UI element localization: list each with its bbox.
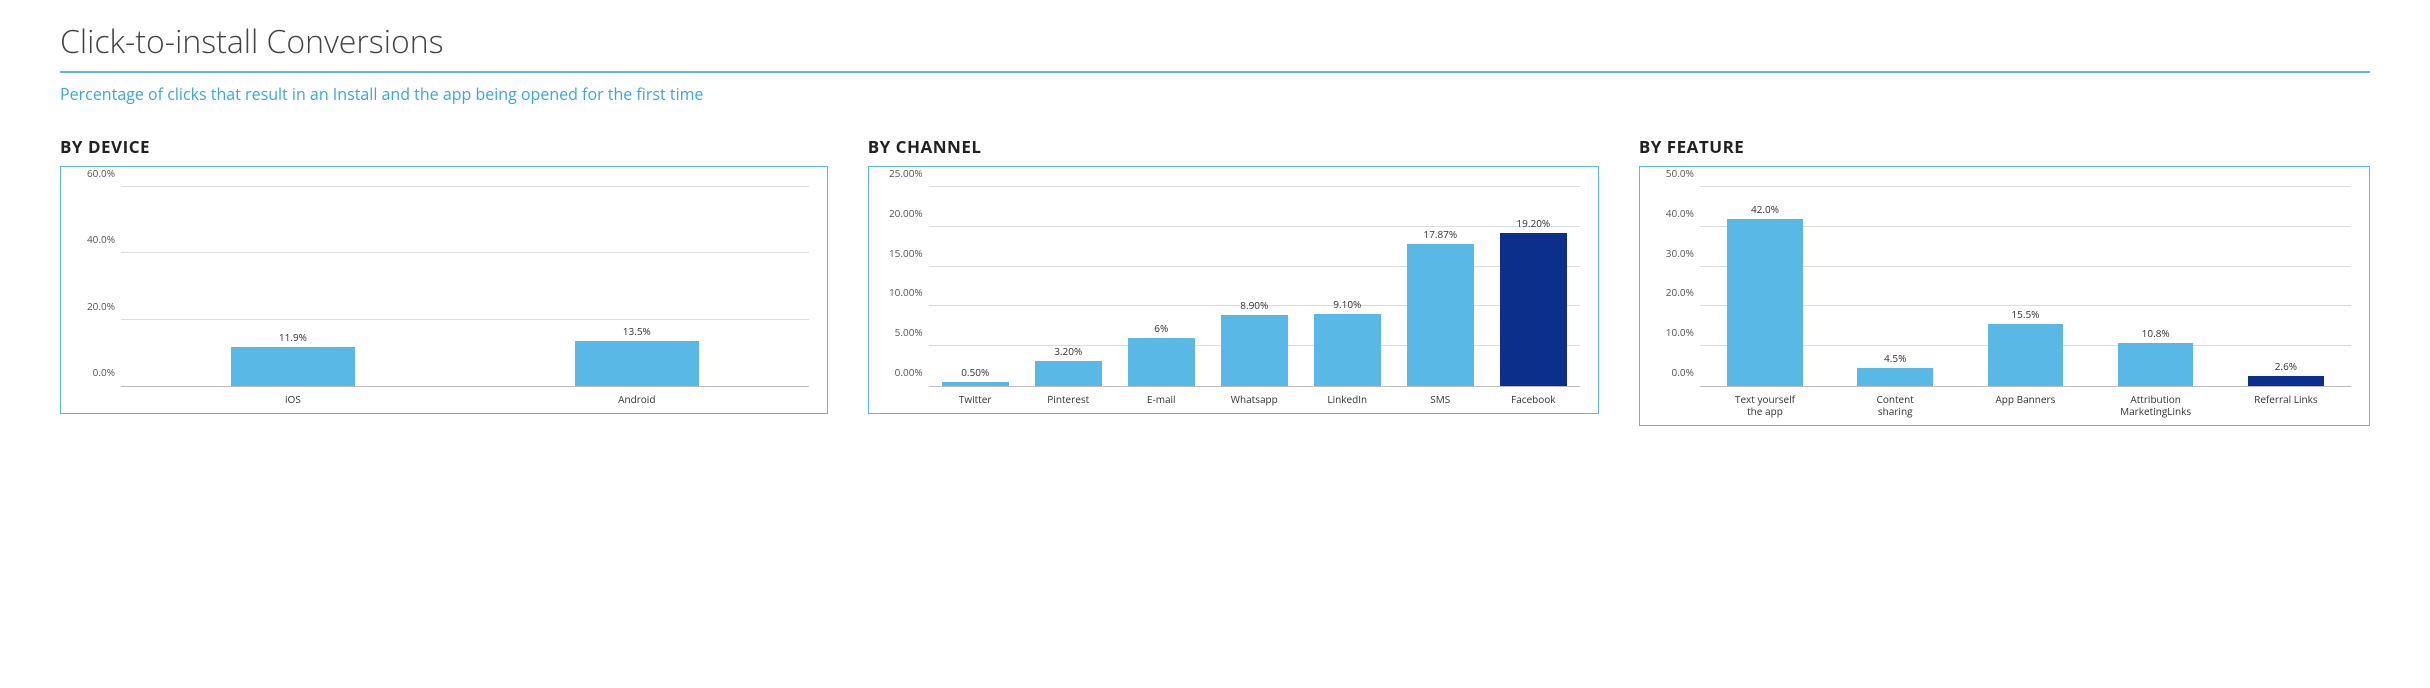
bar bbox=[2248, 376, 2324, 386]
y-tick-label: 5.00% bbox=[879, 325, 923, 339]
bar-slot: 3.20% bbox=[1022, 187, 1115, 386]
bar-value-label: 15.5% bbox=[2011, 307, 2039, 321]
bar bbox=[1988, 324, 2064, 386]
bar-slot: 10.8% bbox=[2091, 187, 2221, 386]
x-tick-label: Android bbox=[465, 393, 809, 405]
chart-by-feature: BY FEATURE 0.0% 10.0% 20.0% 30.0% 40.0% 50.0%… bbox=[1639, 135, 2370, 426]
bar-slot: 15.5% bbox=[1960, 187, 2090, 386]
bars-container: 42.0% 4.5% 15.5% 10.8% 2.6% bbox=[1700, 187, 2351, 386]
bar-slot: 8.90% bbox=[1208, 187, 1301, 386]
bar-slot: 13.5% bbox=[465, 187, 809, 386]
plot-area: 0.00%5.00%10.00%15.00%20.00%25.00%0.50%3… bbox=[929, 187, 1580, 387]
y-tick-label: 15.00% bbox=[879, 246, 923, 260]
y-tick-label: 0.0% bbox=[71, 365, 115, 379]
bar bbox=[1128, 338, 1195, 386]
chart-by-channel: BY CHANNEL 0.00% 5.00% 10.00% 15.00% 20.00% 2… bbox=[868, 135, 1599, 414]
y-tick-label: 10.00% bbox=[879, 285, 923, 299]
chart-title-by-device: BY DEVICE bbox=[60, 135, 828, 158]
chart-box-by-channel: 0.00% 5.00% 10.00% 15.00% 20.00% 25.00% 0.50% 3… bbox=[868, 166, 1599, 414]
y-tick-label: 0.00% bbox=[879, 365, 923, 379]
bar-value-label: 0.50% bbox=[961, 365, 989, 379]
y-tick-label: 60.0% bbox=[71, 166, 115, 180]
bar-slot: 0.50% bbox=[929, 187, 1022, 386]
bar bbox=[1221, 315, 1288, 386]
x-tick-label: iOS bbox=[121, 393, 465, 405]
plot-area: 0.0%20.0%40.0%60.0%11.9%13.5% bbox=[121, 187, 809, 387]
bar bbox=[1035, 361, 1102, 386]
x-tick-label: LinkedIn bbox=[1301, 393, 1394, 405]
y-tick-label: 20.0% bbox=[71, 299, 115, 313]
y-tick-label: 50.0% bbox=[1650, 166, 1694, 180]
bar-value-label: 11.9% bbox=[279, 330, 307, 344]
bar bbox=[2118, 343, 2194, 386]
x-tick-label: Whatsapp bbox=[1208, 393, 1301, 405]
x-tick-label: Referral Links bbox=[2221, 393, 2351, 417]
charts-row: BY DEVICE 0.0% 20.0% 40.0% 60.0% 11.9% 13.5% … bbox=[60, 135, 2370, 426]
bar bbox=[1727, 219, 1803, 386]
bar bbox=[1407, 244, 1474, 386]
x-tick-label: E-mail bbox=[1115, 393, 1208, 405]
page-title: Click-to-install Conversions bbox=[60, 20, 2370, 63]
y-tick-label: 30.0% bbox=[1650, 246, 1694, 260]
bar bbox=[575, 341, 699, 386]
bar bbox=[942, 382, 1009, 386]
x-tick-label: SMS bbox=[1394, 393, 1487, 405]
plot-area: 0.0%10.0%20.0%30.0%40.0%50.0%42.0%4.5%15… bbox=[1700, 187, 2351, 387]
y-tick-label: 10.0% bbox=[1650, 325, 1694, 339]
bar-value-label: 8.90% bbox=[1240, 298, 1268, 312]
bar-value-label: 19.20% bbox=[1516, 216, 1550, 230]
bars-container: 11.9% 13.5% bbox=[121, 187, 809, 386]
x-axis: TwitterPinterestE-mailWhatsappLinkedInSM… bbox=[929, 387, 1580, 405]
chart-box-by-device: 0.0% 20.0% 40.0% 60.0% 11.9% 13.5% iOSAndroid bbox=[60, 166, 828, 414]
x-tick-label: Facebook bbox=[1487, 393, 1580, 405]
chart-box-by-feature: 0.0% 10.0% 20.0% 30.0% 40.0% 50.0% 42.0% 4.5% 15… bbox=[1639, 166, 2370, 426]
bar-value-label: 6% bbox=[1154, 321, 1168, 335]
bar-value-label: 2.6% bbox=[2275, 359, 2297, 373]
bar bbox=[1857, 368, 1933, 386]
y-tick-label: 20.00% bbox=[879, 206, 923, 220]
x-tick-label: App Banners bbox=[1960, 393, 2090, 417]
bar-value-label: 4.5% bbox=[1884, 351, 1906, 365]
bars-container: 0.50% 3.20% 6% 8.90% 9.10% 17.87% 19.20% bbox=[929, 187, 1580, 386]
bar bbox=[1314, 314, 1381, 386]
y-tick-label: 40.0% bbox=[1650, 206, 1694, 220]
chart-by-device: BY DEVICE 0.0% 20.0% 40.0% 60.0% 11.9% 13.5% … bbox=[60, 135, 828, 414]
chart-title-by-channel: BY CHANNEL bbox=[868, 135, 1599, 158]
bar-value-label: 3.20% bbox=[1054, 344, 1082, 358]
bar-value-label: 42.0% bbox=[1751, 202, 1779, 216]
bar bbox=[231, 347, 355, 386]
x-tick-label: AttributionMarketingLinks bbox=[2091, 393, 2221, 417]
bar-value-label: 9.10% bbox=[1333, 297, 1361, 311]
x-axis: Text yourselfthe appContentsharingApp Ba… bbox=[1700, 387, 2351, 417]
title-divider bbox=[60, 71, 2370, 73]
bar-slot: 4.5% bbox=[1830, 187, 1960, 386]
bar-slot: 2.6% bbox=[2221, 187, 2351, 386]
bar-value-label: 10.8% bbox=[2142, 326, 2170, 340]
y-tick-label: 40.0% bbox=[71, 232, 115, 246]
x-tick-label: Twitter bbox=[929, 393, 1022, 405]
bar-slot: 9.10% bbox=[1301, 187, 1394, 386]
bar-slot: 19.20% bbox=[1487, 187, 1580, 386]
y-tick-label: 25.00% bbox=[879, 166, 923, 180]
bar-value-label: 13.5% bbox=[623, 324, 651, 338]
bar-slot: 17.87% bbox=[1394, 187, 1487, 386]
bar-slot: 6% bbox=[1115, 187, 1208, 386]
x-axis: iOSAndroid bbox=[121, 387, 809, 405]
chart-title-by-feature: BY FEATURE bbox=[1639, 135, 2370, 158]
x-tick-label: Contentsharing bbox=[1830, 393, 1960, 417]
bar-slot: 11.9% bbox=[121, 187, 465, 386]
x-tick-label: Text yourselfthe app bbox=[1700, 393, 1830, 417]
y-tick-label: 0.0% bbox=[1650, 365, 1694, 379]
y-tick-label: 20.0% bbox=[1650, 285, 1694, 299]
bar bbox=[1500, 233, 1567, 386]
bar-slot: 42.0% bbox=[1700, 187, 1830, 386]
x-tick-label: Pinterest bbox=[1022, 393, 1115, 405]
page-subtitle: Percentage of clicks that result in an I… bbox=[60, 83, 2370, 105]
bar-value-label: 17.87% bbox=[1423, 227, 1457, 241]
